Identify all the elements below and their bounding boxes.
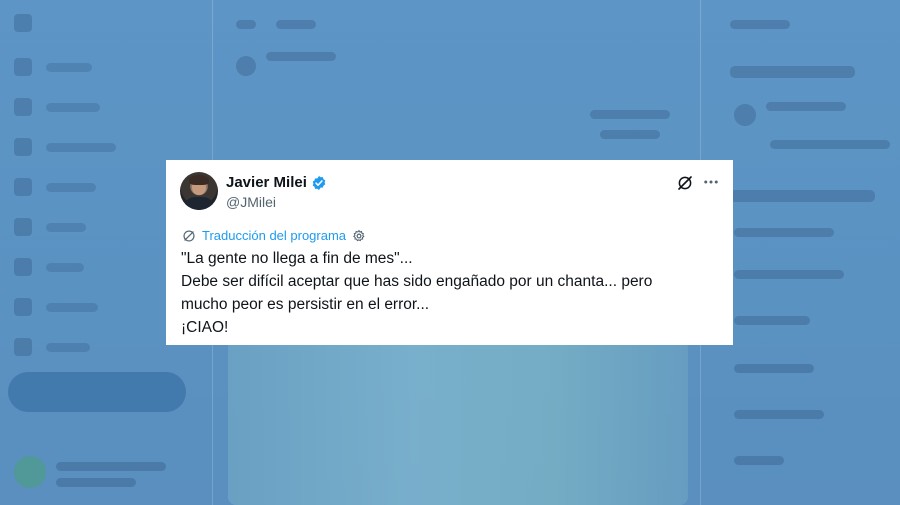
bg-search (730, 20, 790, 29)
bg-line (770, 140, 890, 149)
bg-nav-item (14, 256, 84, 278)
bg-trend (734, 410, 824, 419)
bg-nav-item (14, 216, 86, 238)
bg-nav-item (14, 96, 100, 118)
translation-notice[interactable]: Traducción del programa (182, 228, 366, 243)
translation-label[interactable]: Traducción del programa (202, 228, 346, 243)
bg-nav-item (14, 56, 92, 78)
bg-line (590, 110, 670, 119)
tweet-text-line: ¡CIAO! (181, 319, 229, 336)
author-name-row: Javier Milei (226, 174, 327, 191)
tweet-text-line: "La gente no llega a fin de mes"... (181, 250, 413, 267)
bg-nav-item (14, 296, 98, 318)
bg-header-title (276, 20, 316, 29)
bg-suggest-name (766, 102, 846, 111)
more-options-icon[interactable] (702, 173, 720, 191)
bg-trend (734, 364, 814, 373)
tweet-text: "La gente no llega a fin de mes"... Debe… (181, 247, 721, 339)
bg-trend (734, 228, 834, 237)
bg-nav-item (14, 336, 90, 358)
bg-post-author (266, 52, 336, 61)
bg-nav-item (14, 136, 116, 158)
verified-badge-icon (312, 175, 326, 190)
bg-line (600, 130, 660, 139)
bg-account-avatar (14, 456, 46, 488)
bg-account-handle (56, 478, 136, 487)
bg-back-arrow (236, 20, 256, 29)
bg-section-title (730, 190, 875, 202)
gear-icon[interactable] (352, 229, 366, 243)
grok-icon[interactable] (676, 174, 694, 192)
bg-nav-item (14, 176, 96, 198)
author-handle[interactable]: @JMilei (226, 194, 276, 210)
bg-suggest-avatar (734, 104, 756, 126)
translate-icon (183, 229, 195, 242)
author-avatar[interactable] (180, 172, 218, 210)
bg-trend (734, 270, 844, 279)
bg-section-title (730, 66, 855, 78)
bg-logo-row (14, 12, 32, 34)
bg-post-avatar (236, 56, 256, 76)
bg-account-name (56, 462, 166, 471)
author-name[interactable]: Javier Milei (226, 174, 307, 191)
tweet-text-line: Debe ser difícil aceptar que has sido en… (181, 273, 653, 290)
bg-post-media (228, 340, 688, 505)
tweet-text-line: mucho peor es persistir en el error... (181, 296, 430, 313)
bg-trend (734, 316, 810, 325)
bg-trend (734, 456, 784, 465)
tweet-card: Javier Milei @JMilei Traducción del prog… (166, 160, 733, 345)
bg-post-button (8, 372, 186, 412)
